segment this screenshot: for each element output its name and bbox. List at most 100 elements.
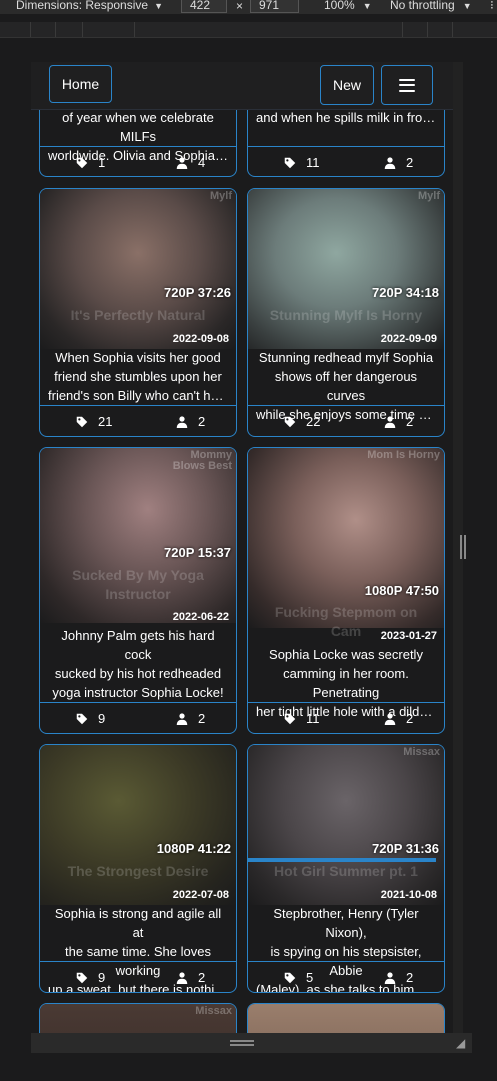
card-footer: 22 2 <box>248 405 444 436</box>
quality-duration: 720P 34:18 <box>372 285 439 300</box>
studio-logo: Mommy Blows Best <box>172 449 232 472</box>
description-line: camming in her room. Penetrating <box>283 666 409 700</box>
scene-description: When Sophia visits her good friend she s… <box>48 348 228 405</box>
scene-card[interactable]: Mom Is Horny 1080P 47:50 Fucking Stepmom… <box>247 447 445 734</box>
person-icon <box>384 156 396 169</box>
description-line: Johnny Palm gets his hard cock <box>61 628 215 662</box>
scene-date: 2022-07-08 <box>172 889 229 901</box>
tag-count[interactable]: 5 <box>284 970 313 985</box>
quality-duration: 1080P 47:50 <box>364 583 439 598</box>
person-icon <box>384 712 396 725</box>
scene-thumbnail[interactable]: Missax 720P 31:36 Hot Girl Summer pt. 1 <box>248 745 444 905</box>
scene-card[interactable]: Missax 720P 31:36 Hot Girl Summer pt. 1 … <box>247 744 445 993</box>
scene-date: 2023-01-27 <box>380 630 437 642</box>
tag-count-value: 11 <box>306 155 320 170</box>
scene-title[interactable]: The Strongest Desire <box>40 862 236 881</box>
scene-thumbnail[interactable]: Mylf 720P 34:18 Stunning Mylf Is Horny <box>248 189 444 349</box>
more-icon[interactable]: ⁝ <box>490 0 494 12</box>
tag-icon <box>284 713 296 724</box>
tag-count[interactable]: 11 <box>284 155 320 170</box>
scene-card[interactable]: Mommy Blows Best 720P 15:37 Sucked By My… <box>39 447 237 734</box>
tag-count-value: 22 <box>306 414 321 429</box>
caret-down-icon: ▼ <box>362 1 372 11</box>
resize-handle-bottom[interactable] <box>230 1040 254 1046</box>
performer-count-value: 2 <box>406 414 414 429</box>
devtools-toolbar: Dimensions: Responsive ▼ 422 × 971 100% ▼ … <box>0 0 497 14</box>
quality-duration: 720P 31:36 <box>372 841 439 856</box>
performer-count-value: 2 <box>198 711 206 726</box>
scene-thumbnail[interactable]: 1080P 41:22 The Strongest Desire <box>40 745 236 905</box>
description-line: friend's son Billy who can't help... <box>48 388 228 403</box>
scene-thumbnail[interactable]: Mom Is Horny 1080P 47:50 Fucking Stepmom… <box>248 448 444 639</box>
times-sign: × <box>236 0 244 13</box>
tag-icon <box>76 972 88 983</box>
performer-count[interactable]: 2 <box>176 711 205 726</box>
tag-count[interactable]: 1 <box>76 155 105 170</box>
card-footer: 9 2 <box>40 702 236 733</box>
throttle-dropdown[interactable]: No throttling ▼ <box>390 0 472 12</box>
tag-count[interactable]: 21 <box>76 414 112 429</box>
scene-thumbnail[interactable] <box>248 1004 444 1033</box>
scene-thumbnail[interactable]: Missax <box>40 1004 236 1033</box>
performer-count[interactable]: 2 <box>384 414 413 429</box>
tag-icon <box>76 416 88 427</box>
description-line: friend she stumbles upon her <box>54 369 222 384</box>
hamburger-icon <box>399 78 415 92</box>
scene-title[interactable]: Sucked By My Yoga Instructor <box>40 566 236 604</box>
performer-count[interactable]: 2 <box>384 155 413 170</box>
resize-handle-right[interactable] <box>460 535 466 559</box>
performer-count-value: 2 <box>406 970 414 985</box>
menu-button[interactable] <box>381 65 433 105</box>
new-button[interactable]: New <box>320 65 374 105</box>
scene-date: 2022-09-09 <box>380 333 437 345</box>
performer-count[interactable]: 4 <box>176 155 205 170</box>
person-icon <box>384 971 396 984</box>
home-button[interactable]: Home <box>49 65 112 103</box>
description-line: When Sophia visits her good <box>55 350 221 365</box>
zoom-label: 100% <box>324 0 355 12</box>
description-line: shows off her dangerous curves <box>274 369 418 403</box>
quality-duration: 1080P 41:22 <box>156 841 231 856</box>
dimensions-dropdown[interactable]: Dimensions: Responsive ▼ <box>16 0 163 12</box>
navbar: Home New <box>31 62 453 110</box>
scene-card[interactable]: Mylf 720P 34:18 Stunning Mylf Is Horny 2… <box>247 188 445 437</box>
tag-count-value: 9 <box>98 711 106 726</box>
width-input[interactable]: 422 <box>181 0 227 13</box>
dimensions-label: Dimensions: Responsive <box>16 0 149 12</box>
card-footer: 11 2 <box>248 146 444 176</box>
performer-count[interactable]: 2 <box>176 414 205 429</box>
person-icon <box>176 712 188 725</box>
description-line: Stunning redhead mylf Sophia <box>258 350 434 365</box>
caret-down-icon: ▼ <box>154 1 163 11</box>
scene-title[interactable]: Hot Girl Summer pt. 1 <box>248 862 444 881</box>
tag-icon <box>284 416 296 427</box>
tag-count[interactable]: 22 <box>284 414 320 429</box>
caret-down-icon: ▼ <box>462 1 472 11</box>
scene-description: and when he spills milk in front ... <box>256 108 436 127</box>
scene-card[interactable]: 1080P 41:22 The Strongest Desire 2022-07… <box>39 744 237 993</box>
resize-corner-icon[interactable]: ◢ <box>456 1036 470 1050</box>
scene-date: 2022-09-08 <box>172 333 229 345</box>
quality-duration: 720P 15:37 <box>164 545 231 560</box>
description-line: of year when we celebrate MILFs <box>62 110 214 144</box>
scene-thumbnail[interactable]: Mylf 720P 37:26 It's Perfectly Natural <box>40 189 236 349</box>
scene-card[interactable] <box>247 1003 445 1033</box>
person-icon <box>384 415 396 428</box>
tag-count[interactable]: 9 <box>76 970 105 985</box>
performer-count[interactable]: 2 <box>384 970 413 985</box>
height-input[interactable]: 971 <box>250 0 299 13</box>
studio-logo: Mylf <box>210 190 232 202</box>
tag-count[interactable]: 9 <box>76 711 105 726</box>
scene-title[interactable]: It's Perfectly Natural <box>40 306 236 325</box>
card-footer: 9 2 <box>40 961 236 992</box>
tag-count[interactable]: 11 <box>284 711 320 726</box>
scene-card[interactable]: Mylf 720P 37:26 It's Perfectly Natural 2… <box>39 188 237 437</box>
performer-count[interactable]: 2 <box>384 711 413 726</box>
performer-count[interactable]: 2 <box>176 970 205 985</box>
scene-title[interactable]: Stunning Mylf Is Horny <box>248 306 444 325</box>
zoom-dropdown[interactable]: 100% ▼ <box>324 0 372 12</box>
studio-logo: Missax <box>403 746 440 758</box>
scene-card[interactable]: Missax <box>39 1003 237 1033</box>
scene-thumbnail[interactable]: Mommy Blows Best 720P 15:37 Sucked By My… <box>40 448 236 623</box>
description-line: and when he spills milk in front ... <box>256 110 436 125</box>
